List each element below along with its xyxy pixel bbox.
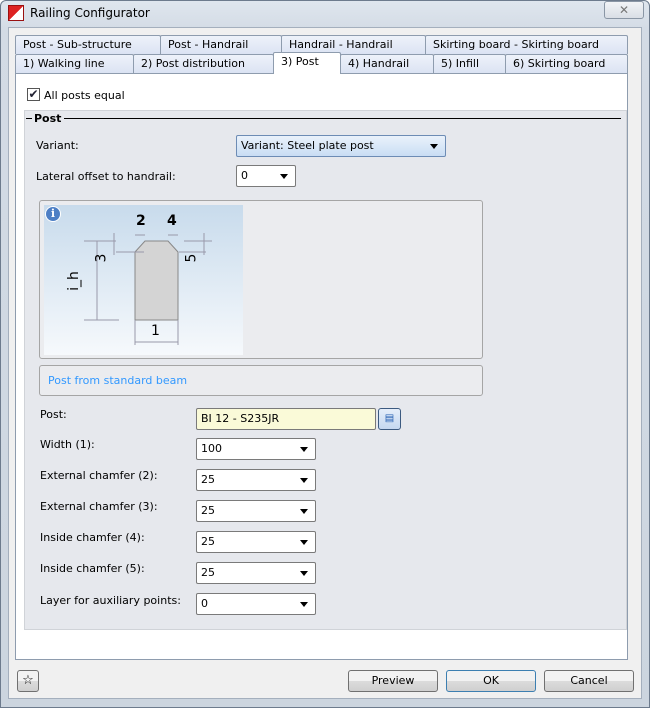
group-title: Post (30, 112, 66, 125)
group-divider-left (26, 118, 32, 119)
inside-chamfer-5-dropdown[interactable]: 25 (196, 562, 316, 584)
all-posts-equal-checkbox[interactable]: ✔ (27, 88, 40, 101)
dim-label-ih: i_h (65, 271, 82, 291)
width-value: 100 (201, 442, 222, 455)
cancel-button[interactable]: Cancel (544, 670, 634, 692)
inside-chamfer-5-label: Inside chamfer (5): (40, 562, 145, 575)
chevron-down-icon (300, 447, 308, 452)
chevron-down-icon (300, 571, 308, 576)
inside-chamfer-4-label: Inside chamfer (4): (40, 531, 145, 544)
width-label: Width (1): (40, 438, 95, 451)
width-dropdown[interactable]: 100 (196, 438, 316, 460)
aux-layer-label: Layer for auxiliary points: (40, 594, 181, 607)
dim-label-3: 3 (93, 253, 110, 263)
ok-button[interactable]: OK (446, 670, 536, 692)
group-divider (64, 118, 621, 119)
variant-dropdown[interactable]: Variant: Steel plate post (236, 135, 446, 157)
window-title: Railing Configurator (30, 6, 150, 20)
post-browse-button[interactable]: ▤ (378, 408, 401, 430)
chevron-down-icon (300, 509, 308, 514)
tab-walking-line[interactable]: 1) Walking line (15, 54, 134, 73)
close-button[interactable]: ✕ (604, 1, 644, 19)
tab-infill[interactable]: 5) Infill (433, 54, 506, 73)
external-chamfer-2-value: 25 (201, 473, 215, 486)
tab-skirting-board[interactable]: 6) Skirting board (505, 54, 628, 73)
star-icon: ☆ (22, 673, 34, 688)
post-value: BI 12 - S235JR (201, 412, 280, 425)
post-field[interactable]: BI 12 - S235JR (196, 408, 376, 430)
post-from-standard-beam-link[interactable]: Post from standard beam (48, 374, 187, 387)
tab-handrail[interactable]: 4) Handrail (340, 54, 434, 73)
inside-chamfer-4-dropdown[interactable]: 25 (196, 531, 316, 553)
lateral-offset-dropdown[interactable]: 0 (236, 165, 296, 187)
post-diagram: i 2 4 3 5 i_h 1 (44, 205, 243, 355)
chevron-down-icon (430, 144, 438, 149)
all-posts-equal-label: All posts equal (44, 89, 125, 102)
external-chamfer-2-label: External chamfer (2): (40, 469, 158, 482)
dim-label-2: 2 (136, 213, 146, 229)
external-chamfer-3-dropdown[interactable]: 25 (196, 500, 316, 522)
external-chamfer-2-dropdown[interactable]: 25 (196, 469, 316, 491)
app-icon (8, 5, 24, 21)
preview-button[interactable]: Preview (348, 670, 438, 692)
tab-post[interactable]: 3) Post (273, 52, 341, 74)
inside-chamfer-4-value: 25 (201, 535, 215, 548)
favorites-button[interactable]: ☆ (17, 670, 39, 692)
chevron-down-icon (300, 602, 308, 607)
chevron-down-icon (300, 478, 308, 483)
post-label: Post: (40, 408, 67, 421)
variant-value: Variant: Steel plate post (241, 139, 374, 152)
tab-post-substructure[interactable]: Post - Sub-structure (15, 35, 161, 54)
catalog-icon: ▤ (384, 413, 395, 424)
dim-label-4: 4 (167, 213, 177, 229)
tab-skirting-skirting[interactable]: Skirting board - Skirting board (425, 35, 628, 54)
dim-label-1: 1 (151, 323, 160, 339)
aux-layer-dropdown[interactable]: 0 (196, 593, 316, 615)
chevron-down-icon (280, 174, 288, 179)
dim-label-5: 5 (183, 253, 200, 263)
lateral-offset-label: Lateral offset to handrail: (36, 170, 176, 183)
inside-chamfer-5-value: 25 (201, 566, 215, 579)
tab-post-distribution[interactable]: 2) Post distribution (133, 54, 274, 73)
external-chamfer-3-label: External chamfer (3): (40, 500, 158, 513)
tab-post-handrail[interactable]: Post - Handrail (160, 35, 282, 54)
lateral-offset-value: 0 (241, 169, 248, 182)
external-chamfer-3-value: 25 (201, 504, 215, 517)
chevron-down-icon (300, 540, 308, 545)
aux-layer-value: 0 (201, 597, 208, 610)
variant-label: Variant: (36, 139, 79, 152)
